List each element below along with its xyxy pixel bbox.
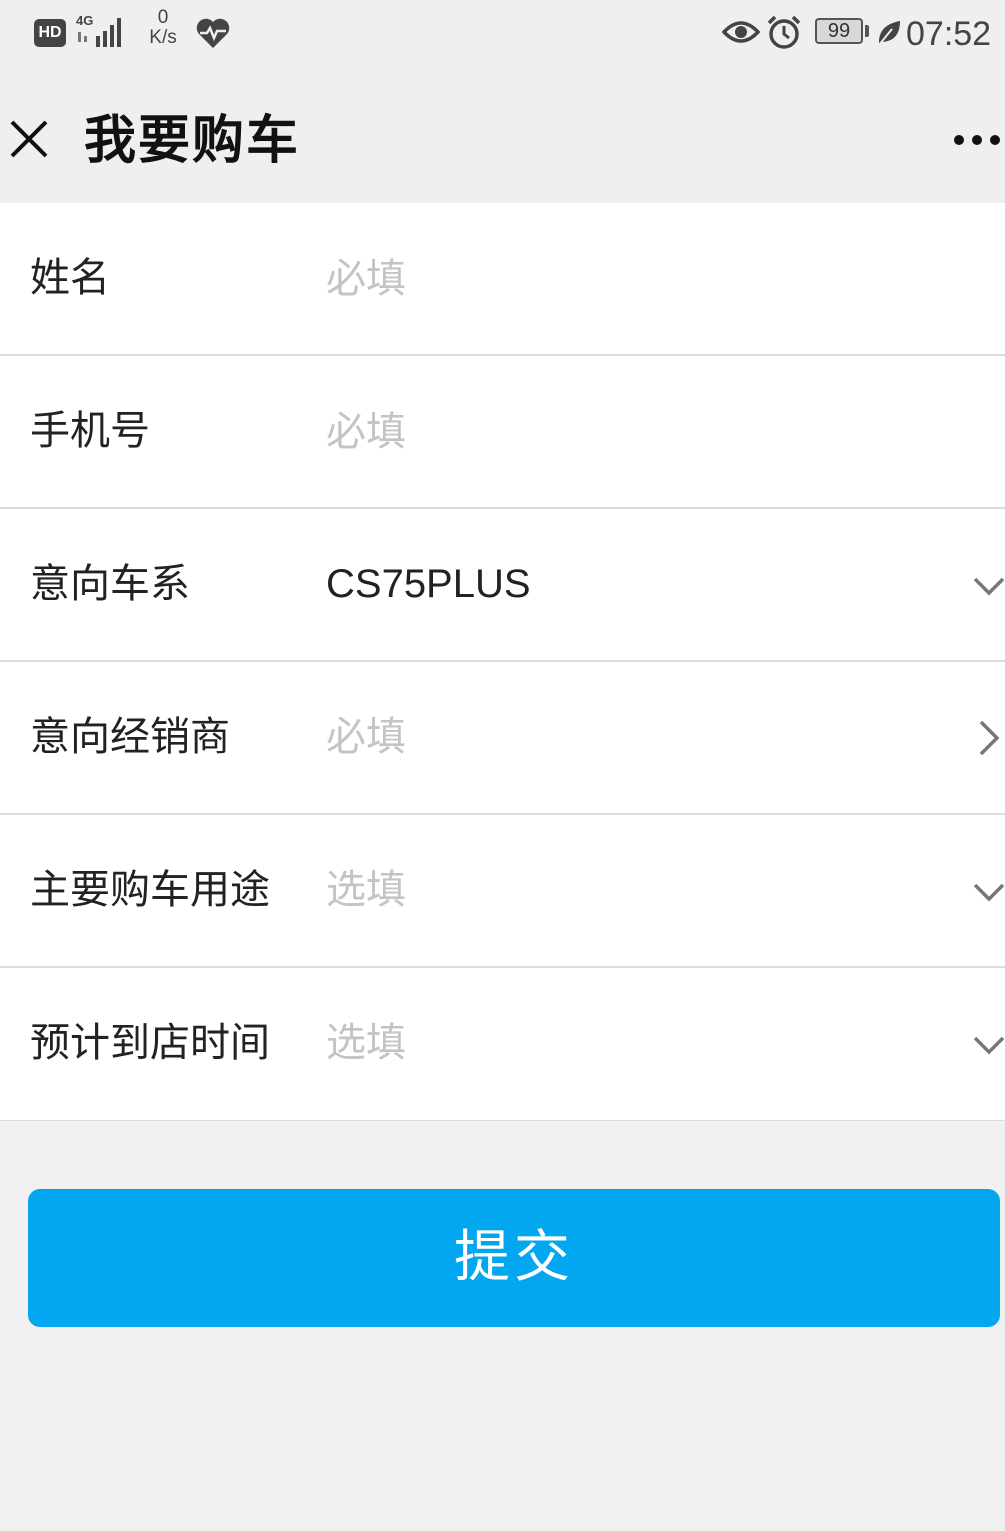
purpose-select[interactable]: 选填 xyxy=(326,815,406,966)
car-series-label: 意向车系 xyxy=(30,561,190,607)
name-label: 姓名 xyxy=(30,255,110,301)
page-title: 我要购车 xyxy=(84,111,301,171)
phone-label: 手机号 xyxy=(30,408,150,454)
status-time: 07:52 xyxy=(906,15,992,53)
form-row-car-series[interactable]: 意向车系 CS75PLUS xyxy=(0,509,1005,662)
submit-button[interactable]: 提交 xyxy=(28,1189,1000,1327)
hd-icon: HD xyxy=(34,19,66,47)
network-speed-unit: K/s xyxy=(149,27,177,48)
chevron-right-icon xyxy=(979,720,1000,756)
dealer-select[interactable]: 必填 xyxy=(326,662,406,813)
more-icon[interactable] xyxy=(953,130,1005,150)
visit-time-label: 预计到店时间 xyxy=(30,1020,270,1066)
heart-monitor-icon xyxy=(196,18,230,48)
status-bar: HD 4G 0 K/s 99 07:52 xyxy=(0,0,1005,70)
battery-tip xyxy=(865,25,869,37)
eye-icon xyxy=(722,21,760,43)
network-speed-value: 0 xyxy=(157,7,169,28)
chevron-down-icon xyxy=(973,577,1005,596)
form-row-visit-time[interactable]: 预计到店时间 选填 xyxy=(0,968,1005,1121)
purpose-label: 主要购车用途 xyxy=(30,867,270,913)
chevron-down-icon xyxy=(973,883,1005,902)
battery-level: 99 xyxy=(827,20,851,42)
network-type-label: 4G xyxy=(76,13,93,28)
leaf-icon xyxy=(878,21,900,46)
dealer-label: 意向经销商 xyxy=(30,714,230,760)
form-row-purpose[interactable]: 主要购车用途 选填 xyxy=(0,815,1005,968)
battery-icon: 99 xyxy=(815,18,863,44)
car-series-select[interactable]: CS75PLUS xyxy=(326,509,531,660)
chevron-down-icon xyxy=(973,1036,1005,1055)
visit-time-select[interactable]: 选填 xyxy=(326,968,406,1119)
phone-input[interactable] xyxy=(326,356,966,507)
alarm-icon xyxy=(767,15,801,49)
close-icon[interactable] xyxy=(8,118,50,160)
form-row-name: 姓名 xyxy=(0,203,1005,356)
signal-icon: 4G xyxy=(76,13,121,47)
form-row-phone: 手机号 xyxy=(0,356,1005,509)
form-row-dealer[interactable]: 意向经销商 必填 xyxy=(0,662,1005,815)
name-input[interactable] xyxy=(326,203,966,354)
nav-bar: 我要购车 xyxy=(0,70,1005,203)
purchase-form: 姓名 手机号 意向车系 CS75PLUS 意向经销商 必填 主要购车用途 选填 … xyxy=(0,203,1005,1121)
network-speed: 0 K/s xyxy=(142,8,184,48)
